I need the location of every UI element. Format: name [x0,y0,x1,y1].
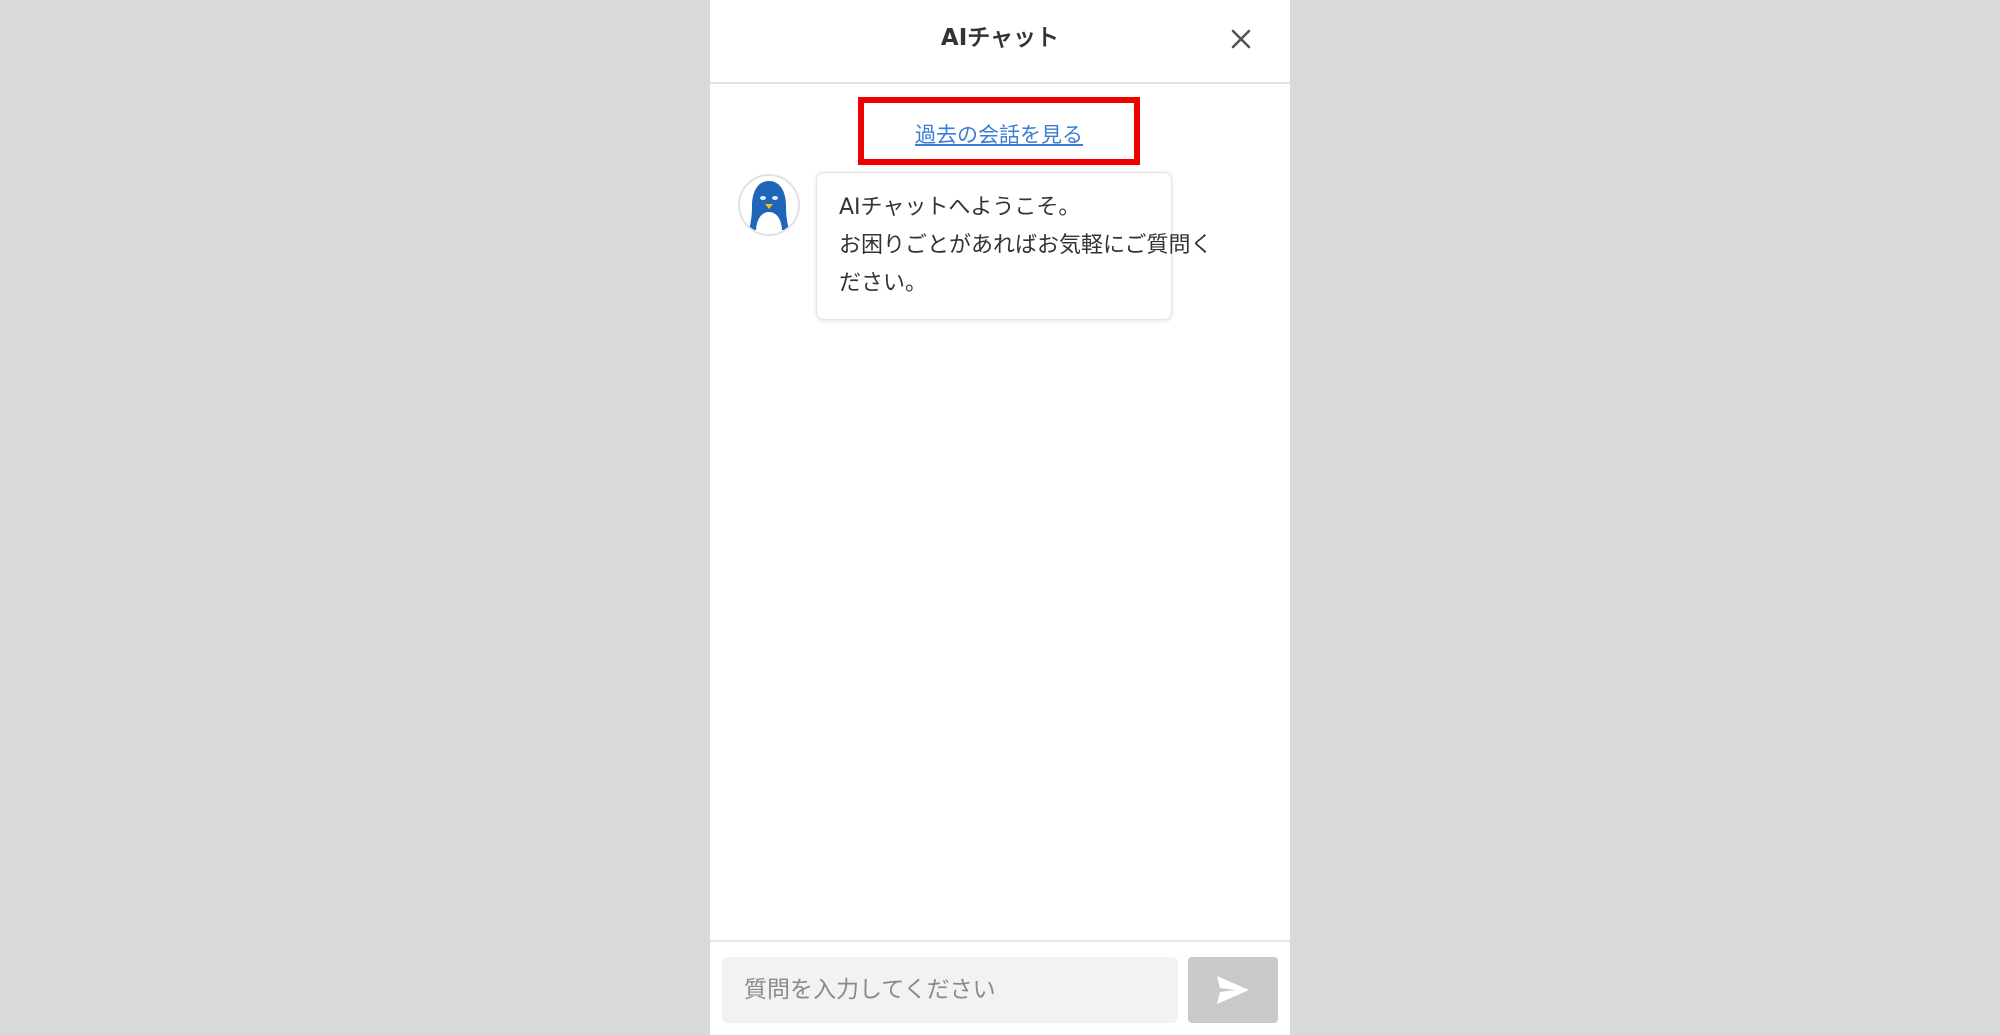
view-history-link[interactable]: 過去の会話を見る [915,119,1083,149]
question-input[interactable] [722,957,1178,1023]
send-button[interactable] [1188,957,1278,1023]
message-line: ださい。 [839,271,928,296]
close-icon [1231,29,1251,49]
chat-composer [710,940,1290,1035]
bot-avatar [738,174,800,236]
penguin-avatar-icon [749,181,789,232]
chat-header: AIチャット [710,0,1290,84]
send-icon [1217,976,1249,1004]
bot-message-bubble: AIチャットへようこそ。 お困りごとがあればお気軽にご質問く ださい。 [816,172,1213,320]
chat-title: AIチャット [940,25,1060,51]
message-line: AIチャットへようこそ。 [839,195,1081,220]
close-button[interactable] [1224,22,1258,56]
history-link-highlight: 過去の会話を見る [858,97,1140,165]
chat-panel: AIチャット 過去の会話を見る AIチャットへようこそ。 お困りごとがあればお気… [710,0,1290,1035]
message-line: お困りごとがあればお気軽にご質問く [839,233,1213,258]
